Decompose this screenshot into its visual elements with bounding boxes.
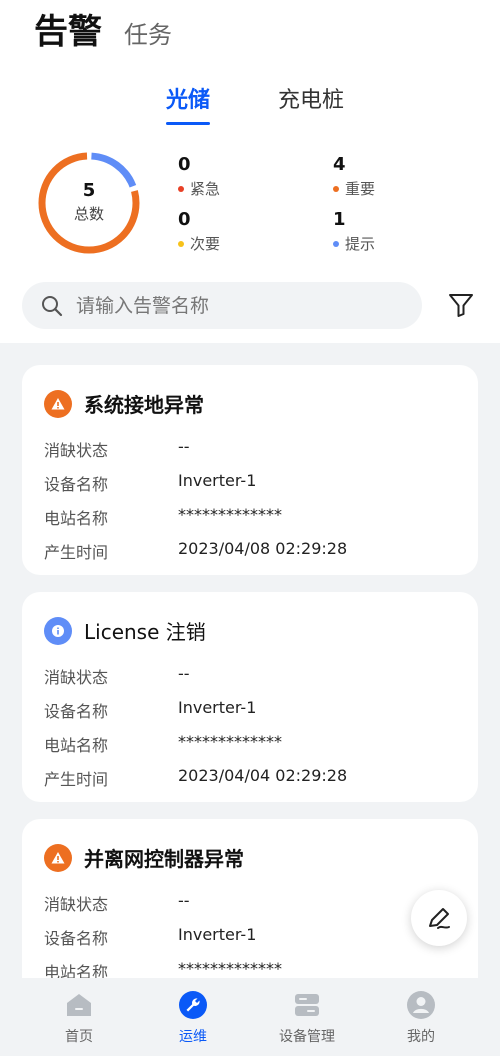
info-icon xyxy=(44,616,72,645)
user-icon xyxy=(407,991,435,1019)
field-row: 设备名称 Inverter-1 xyxy=(44,925,256,949)
nav-home[interactable]: 首页 xyxy=(29,990,129,1046)
field-key: 消缺状态 xyxy=(44,668,109,687)
stat-label: 次要 xyxy=(190,235,221,253)
field-value: 2023/04/04 02:29:28 xyxy=(178,766,348,785)
stat-minor[interactable]: 0 次要 xyxy=(178,209,220,254)
stat-critical[interactable]: 0 紧急 xyxy=(178,154,220,199)
stat-label: 提示 xyxy=(345,235,376,253)
stat-label: 紧急 xyxy=(190,180,221,198)
field-value: -- xyxy=(178,664,190,683)
search-bar[interactable] xyxy=(22,282,422,329)
field-row: 设备名称 Inverter-1 xyxy=(44,698,256,722)
field-row: 消缺状态 -- xyxy=(44,891,190,915)
warning-icon xyxy=(44,389,72,418)
stat-label: 重要 xyxy=(345,180,376,198)
tab-tasks[interactable]: 任务 xyxy=(124,15,172,50)
field-value: Inverter-1 xyxy=(178,925,257,944)
category-tabs: 光储 充电桩 xyxy=(0,82,500,126)
field-key: 设备名称 xyxy=(44,702,109,721)
field-key: 产生时间 xyxy=(44,543,109,562)
field-row: 产生时间 2023/04/04 02:29:28 xyxy=(44,766,347,790)
device-icon xyxy=(295,994,319,1016)
field-value: ************* xyxy=(178,505,282,524)
alarm-title-row: License 注销 xyxy=(44,616,206,645)
alarm-title: 系统接地异常 xyxy=(84,393,204,417)
field-row: 电站名称 ************* xyxy=(44,505,282,529)
search-input[interactable] xyxy=(76,294,396,317)
edit-fab-button[interactable] xyxy=(411,890,467,946)
wrench-icon xyxy=(179,991,207,1019)
nav-label: 我的 xyxy=(407,1029,435,1045)
minor-dot xyxy=(178,240,184,247)
field-key: 设备名称 xyxy=(44,929,109,948)
field-row: 设备名称 Inverter-1 xyxy=(44,471,256,495)
stat-count: 1 xyxy=(333,209,346,230)
stat-count: 4 xyxy=(333,154,346,175)
stat-hint[interactable]: 1 提示 xyxy=(333,209,375,254)
alarm-title-row: 并离网控制器异常 xyxy=(44,843,244,872)
tab-charging-pile[interactable]: 充电桩 xyxy=(278,82,344,114)
field-row: 消缺状态 -- xyxy=(44,664,190,688)
search-icon xyxy=(42,295,63,316)
donut-center: 5 总数 xyxy=(36,180,142,224)
field-key: 消缺状态 xyxy=(44,895,109,914)
field-value: 2023/04/08 02:29:28 xyxy=(178,539,348,558)
field-key: 设备名称 xyxy=(44,475,109,494)
nav-maintenance[interactable]: 运维 xyxy=(143,990,243,1046)
alarm-card[interactable]: License 注销 消缺状态 -- 设备名称 Inverter-1 电站名称 ***… xyxy=(22,592,478,802)
tab-alarms[interactable]: 告警 xyxy=(34,4,102,53)
stat-count: 0 xyxy=(178,154,191,175)
field-row: 电站名称 ************* xyxy=(44,732,282,756)
critical-dot xyxy=(178,185,184,192)
nav-label: 首页 xyxy=(65,1029,93,1045)
field-row: 产生时间 2023/04/08 02:29:28 xyxy=(44,539,347,563)
field-value: Inverter-1 xyxy=(178,698,257,717)
field-value: -- xyxy=(178,437,190,456)
stat-count: 0 xyxy=(178,209,191,230)
total-label: 总数 xyxy=(73,205,104,223)
alarm-title: 并离网控制器异常 xyxy=(84,847,244,871)
stat-major[interactable]: 4 重要 xyxy=(333,154,375,199)
nav-label: 运维 xyxy=(179,1029,207,1045)
total-count: 5 xyxy=(82,180,96,201)
hint-dot xyxy=(333,240,339,247)
nav-mine[interactable]: 我的 xyxy=(371,990,471,1046)
field-value: ************* xyxy=(178,732,282,751)
filter-icon[interactable] xyxy=(446,290,476,320)
alarm-title-row: 系统接地异常 xyxy=(44,389,204,418)
page-header: 告警 任务 xyxy=(34,4,172,53)
active-tab-indicator xyxy=(166,122,210,125)
tab-pv-storage[interactable]: 光储 xyxy=(166,82,210,114)
field-value: -- xyxy=(178,891,190,910)
alarm-card[interactable]: 系统接地异常 消缺状态 -- 设备名称 Inverter-1 电站名称 *******… xyxy=(22,365,478,575)
field-value: Inverter-1 xyxy=(178,471,257,490)
nav-label: 设备管理 xyxy=(279,1029,335,1045)
field-key: 电站名称 xyxy=(44,509,109,528)
major-dot xyxy=(333,185,339,192)
alarm-title: License 注销 xyxy=(84,620,206,644)
field-key: 产生时间 xyxy=(44,770,109,789)
pen-icon xyxy=(429,908,450,929)
warning-icon xyxy=(44,843,72,872)
field-row: 消缺状态 -- xyxy=(44,437,190,461)
bottom-nav: 首页 运维 设备管理 我的 xyxy=(0,978,500,1056)
field-key: 电站名称 xyxy=(44,736,109,755)
field-key: 消缺状态 xyxy=(44,441,109,460)
nav-device-management[interactable]: 设备管理 xyxy=(257,990,357,1046)
home-icon xyxy=(67,994,91,1016)
